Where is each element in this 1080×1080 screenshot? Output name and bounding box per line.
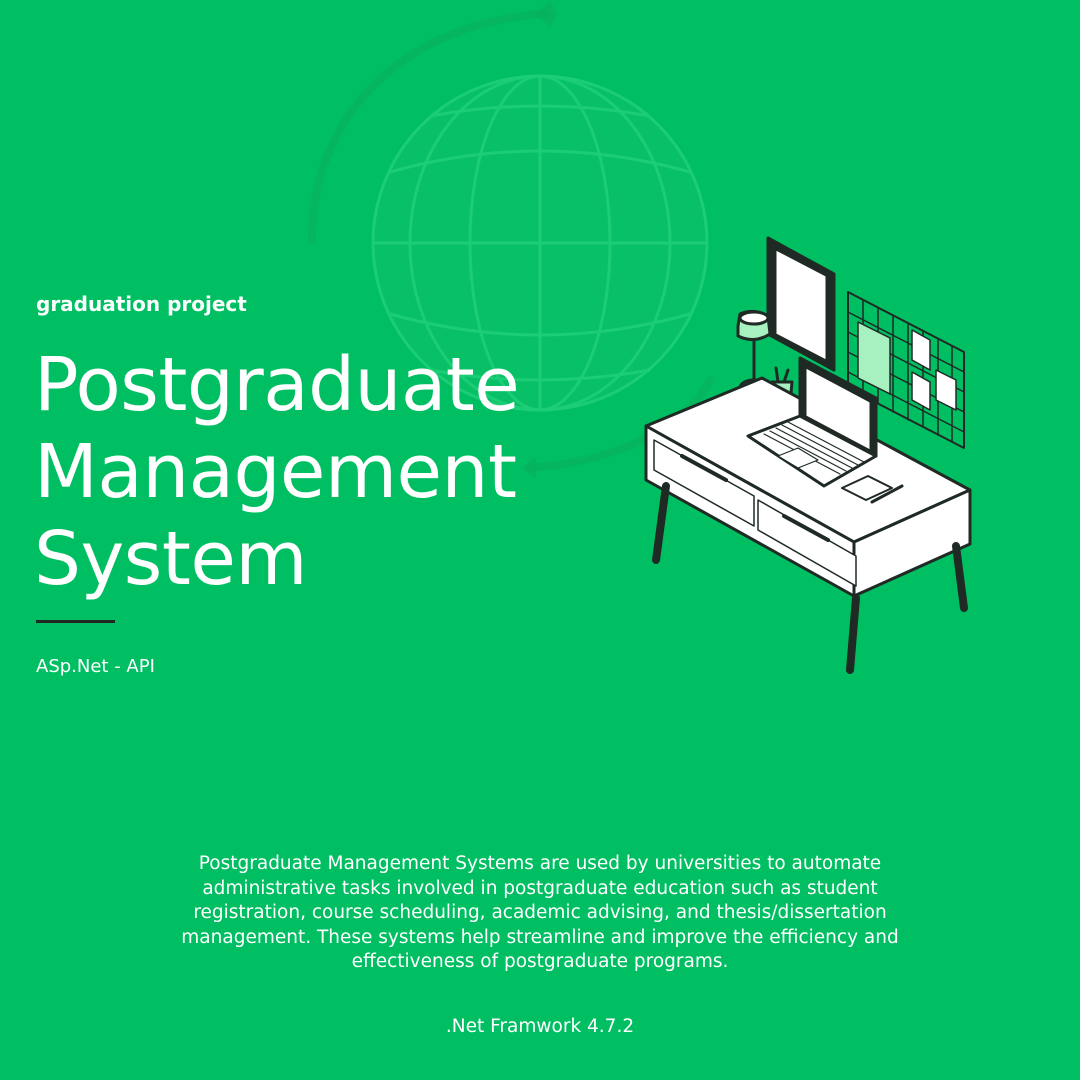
tech-subtitle: ASp.Net - API [36,656,155,677]
title-line-3: System [34,516,307,602]
title-divider [36,620,115,623]
project-description: Postgraduate Management Systems are used… [181,853,899,972]
eyebrow-label: graduation project [36,292,247,316]
framework-version: .Net Framwork 4.7.2 [445,1016,635,1037]
page-title: Postgraduate Management System [34,342,554,603]
title-line-2: Management [34,429,517,515]
desk-workspace-illustration [644,236,972,674]
title-line-1: Postgraduate [34,342,520,428]
